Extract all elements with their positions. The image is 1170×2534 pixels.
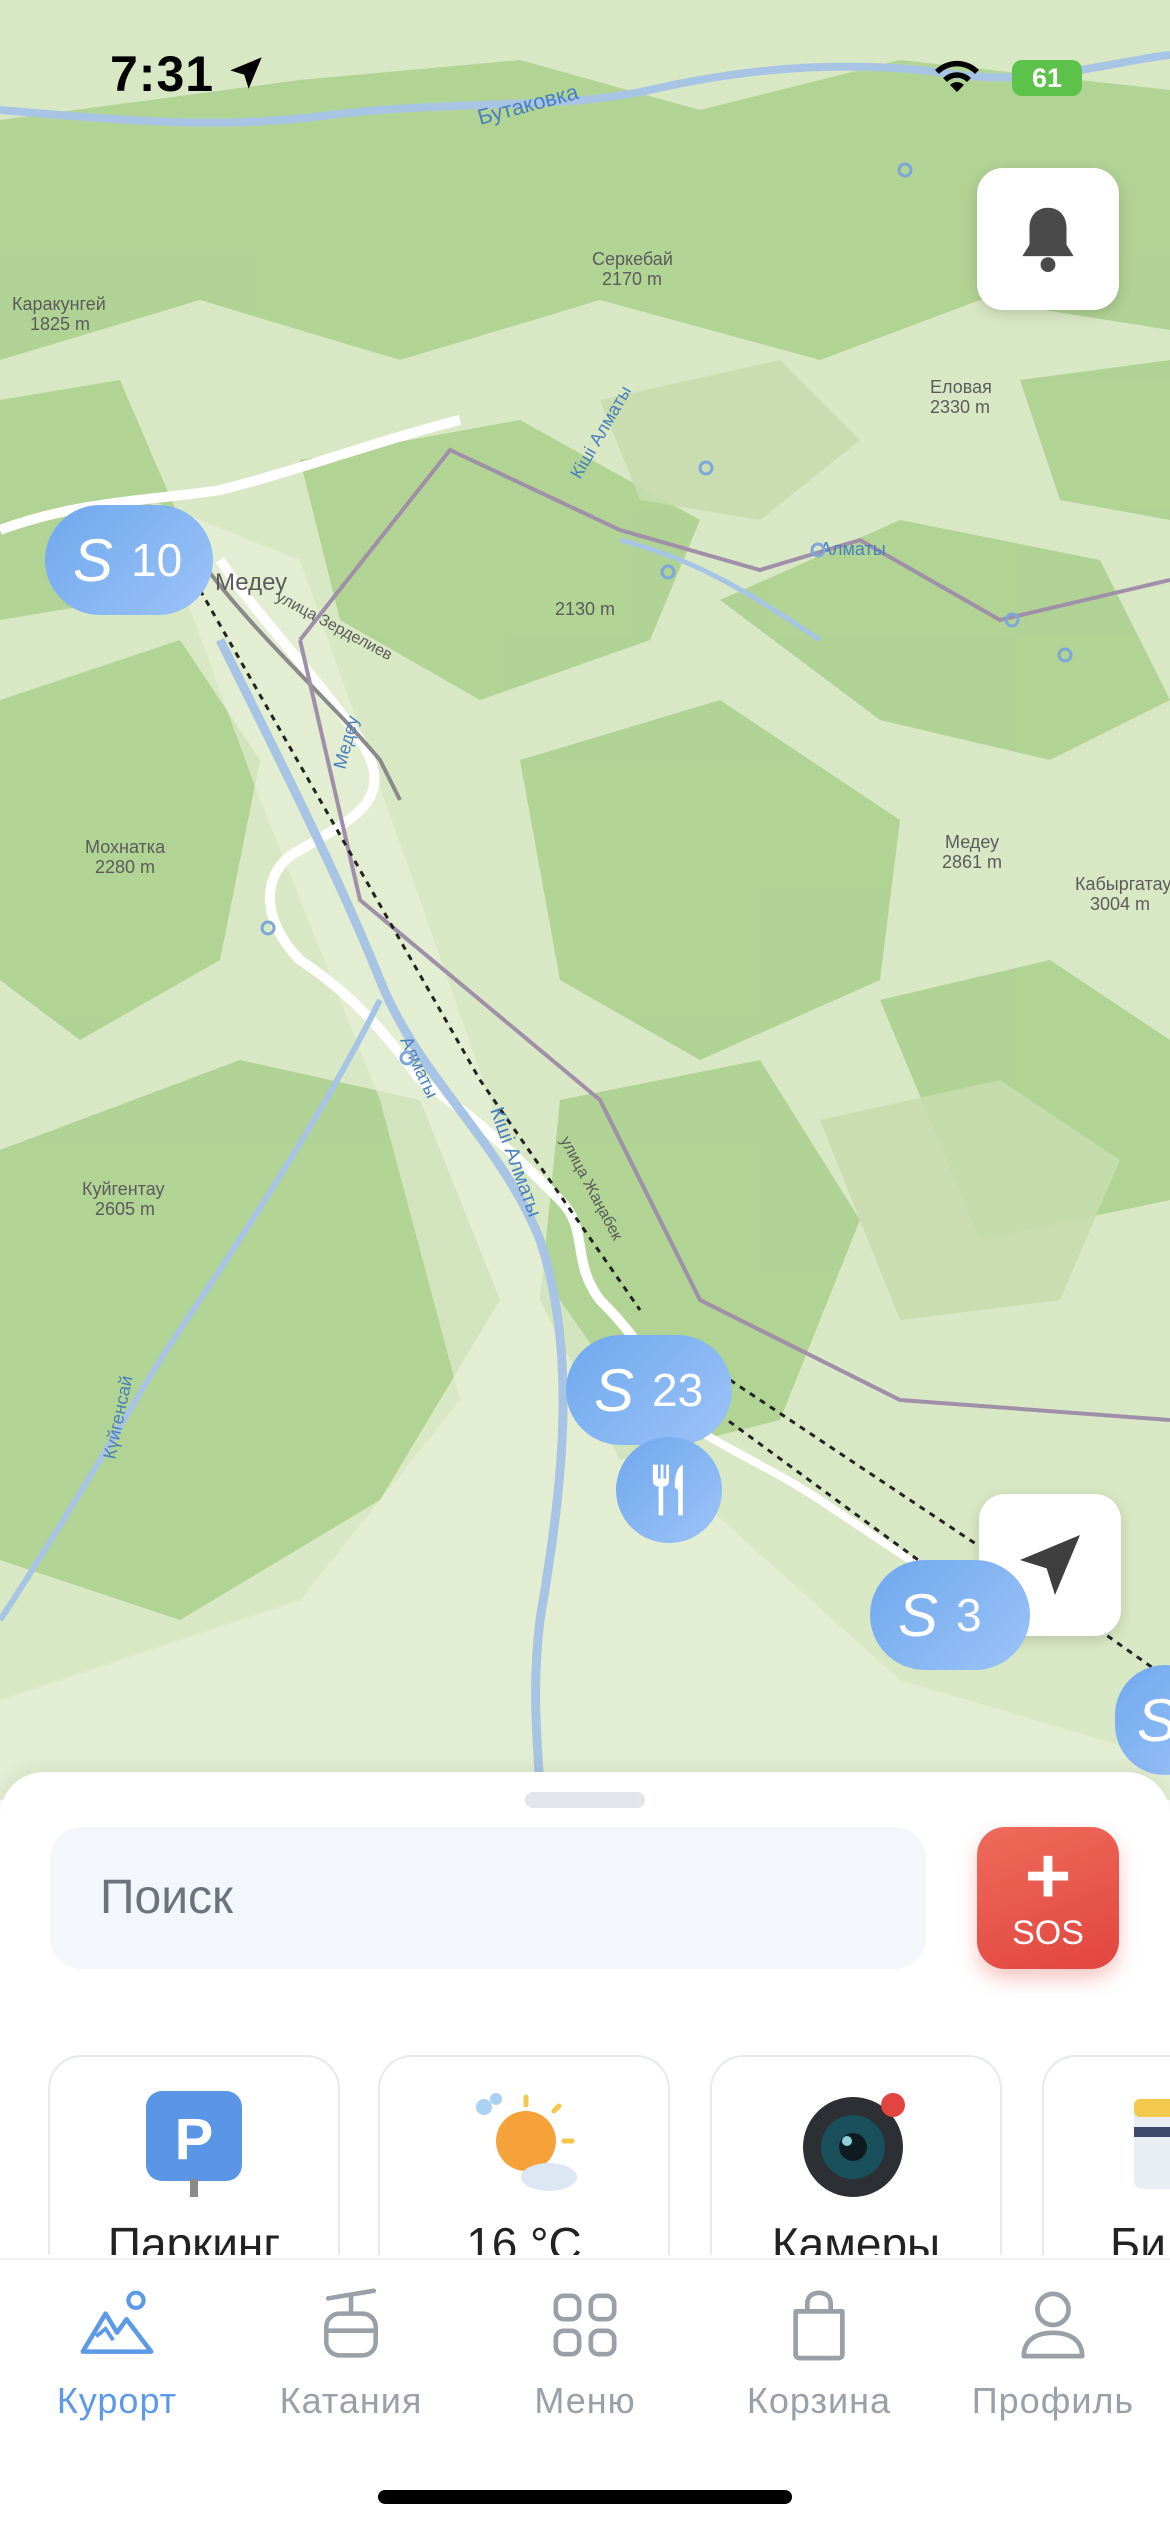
weather-icon	[476, 2093, 577, 2191]
wifi-icon	[935, 60, 979, 92]
ski-lift-icon: S	[594, 1356, 635, 1424]
tab-profile[interactable]: Профиль	[936, 2280, 1170, 2450]
map-label: Серкебай	[592, 249, 673, 269]
status-bar: 7:31 61	[0, 0, 1170, 150]
ticket-icon	[1134, 2099, 1170, 2189]
location-arrow-icon	[230, 57, 262, 89]
notifications-button[interactable]	[977, 168, 1119, 310]
map-label: 2170 m	[602, 269, 662, 289]
profile-icon	[1021, 2291, 1085, 2359]
sheet-drag-handle[interactable]	[525, 1792, 645, 1808]
weather-card[interactable]: 16 °C	[378, 2055, 670, 2255]
tab-label: Профиль	[971, 2380, 1135, 2421]
quick-actions-row: P Паркинг 16 °C Камеры Би	[0, 2055, 1170, 2255]
tab-label: Курорт	[56, 2380, 178, 2421]
parking-icon: P	[146, 2091, 242, 2197]
map-label: 2605 m	[95, 1199, 155, 1219]
map-label: 1825 m	[30, 314, 90, 334]
tab-label: Меню	[534, 2380, 636, 2421]
tab-label: Катания	[279, 2380, 423, 2421]
battery-indicator: 61	[1012, 60, 1082, 96]
map-label: Куйгентау	[82, 1179, 165, 1199]
svg-text:P: P	[175, 2107, 214, 2172]
cluster-count: 23	[652, 1364, 704, 1416]
map-label: Алматы	[820, 539, 886, 559]
map-label: 2280 m	[95, 857, 155, 877]
ski-lift-icon: S	[1137, 1686, 1170, 1755]
cluster-count: 3	[956, 1589, 982, 1641]
cluster-count: 10	[131, 534, 183, 586]
parking-card[interactable]: P Паркинг	[48, 2055, 340, 2255]
tickets-card[interactable]: Билеты	[1042, 2055, 1170, 2255]
tab-resort[interactable]: Курорт	[0, 2280, 234, 2450]
ski-lift-icon: S	[898, 1581, 939, 1649]
fork-knife-icon	[652, 1464, 683, 1516]
map-label: Мохнатка	[85, 837, 166, 857]
bag-icon	[793, 2290, 845, 2361]
status-time: 7:31	[110, 46, 215, 102]
map-label: Кабыргатау	[1075, 874, 1170, 894]
map-label: Еловая	[930, 377, 992, 397]
bell-icon	[1022, 207, 1074, 273]
lift-cluster[interactable]: S 3	[870, 1560, 1030, 1670]
weather-label: 16 °C	[466, 2218, 582, 2255]
search-input[interactable]: Поиск	[50, 1827, 926, 1969]
mountains-icon	[80, 2290, 154, 2354]
map-label: 2861 m	[942, 852, 1002, 872]
tab-cart[interactable]: Корзина	[702, 2280, 936, 2450]
map-label: 2130 m	[555, 599, 615, 619]
cameras-card[interactable]: Камеры	[710, 2055, 1002, 2255]
map-label: 2330 m	[930, 397, 990, 417]
camera-icon	[803, 2093, 905, 2197]
restaurant-pin[interactable]	[616, 1437, 722, 1543]
map-label: Каракунгей	[12, 294, 106, 314]
tickets-label: Билеты	[1110, 2218, 1170, 2255]
home-indicator	[378, 2490, 792, 2504]
tab-menu[interactable]: Меню	[468, 2280, 702, 2450]
ski-lift-icon: S	[73, 526, 114, 594]
map-label: Медеу	[215, 569, 287, 596]
cable-car-icon	[324, 2288, 378, 2358]
cameras-label: Камеры	[771, 2218, 941, 2255]
tab-label: Корзина	[746, 2380, 892, 2421]
parking-label: Паркинг	[107, 2218, 281, 2255]
tab-rides[interactable]: Катания	[234, 2280, 468, 2450]
sos-button[interactable]: + SOS	[977, 1827, 1119, 1969]
lift-cluster[interactable]: S 23	[566, 1335, 732, 1445]
map-label: 3004 m	[1090, 894, 1150, 914]
plus-icon: +	[1024, 1831, 1072, 1920]
sos-label: SOS	[1012, 1914, 1084, 1952]
grid-icon	[553, 2293, 617, 2357]
lift-cluster[interactable]: S 10	[45, 505, 213, 615]
map-label: Медеу	[945, 832, 999, 852]
